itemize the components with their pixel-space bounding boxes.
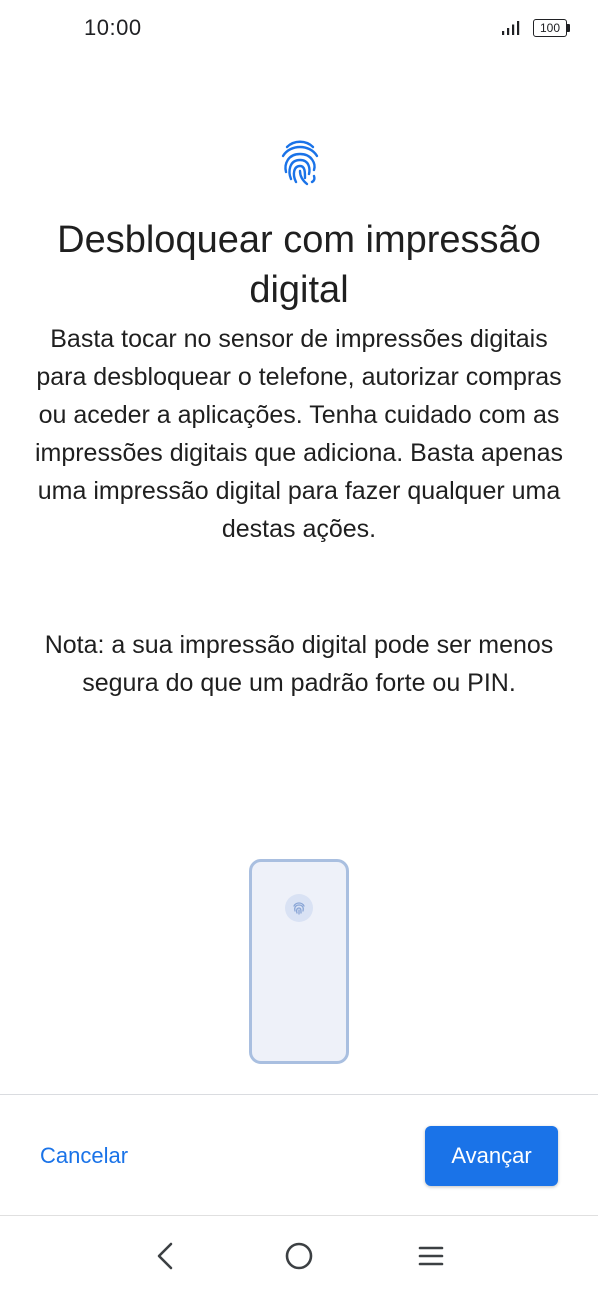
- navigation-bar: [0, 1216, 598, 1295]
- page-title: Desbloquear com impressão digital: [57, 219, 541, 311]
- security-note: Nota: a sua impressão digital pode ser m…: [44, 631, 554, 697]
- divider: [0, 1094, 598, 1095]
- fingerprint-sensor-dot: [285, 894, 313, 922]
- status-time: 10:00: [84, 15, 142, 40]
- status-bar: 10:00 100: [0, 0, 598, 58]
- battery-level: 100: [539, 21, 561, 35]
- fingerprint-icon: [281, 140, 319, 186]
- home-icon[interactable]: [284, 1241, 314, 1271]
- menu-icon[interactable]: [418, 1244, 444, 1268]
- battery-icon: 100: [533, 19, 571, 37]
- description-text: Basta tocar no sensor de impressões digi…: [34, 325, 564, 543]
- back-icon[interactable]: [152, 1241, 178, 1271]
- signal-icon: [502, 21, 520, 35]
- phone-illustration: [249, 859, 349, 1064]
- cancel-button[interactable]: Cancelar: [40, 1140, 128, 1172]
- phone-fingerprint-sensor-icon: [293, 902, 305, 915]
- next-button[interactable]: Avançar: [425, 1126, 558, 1186]
